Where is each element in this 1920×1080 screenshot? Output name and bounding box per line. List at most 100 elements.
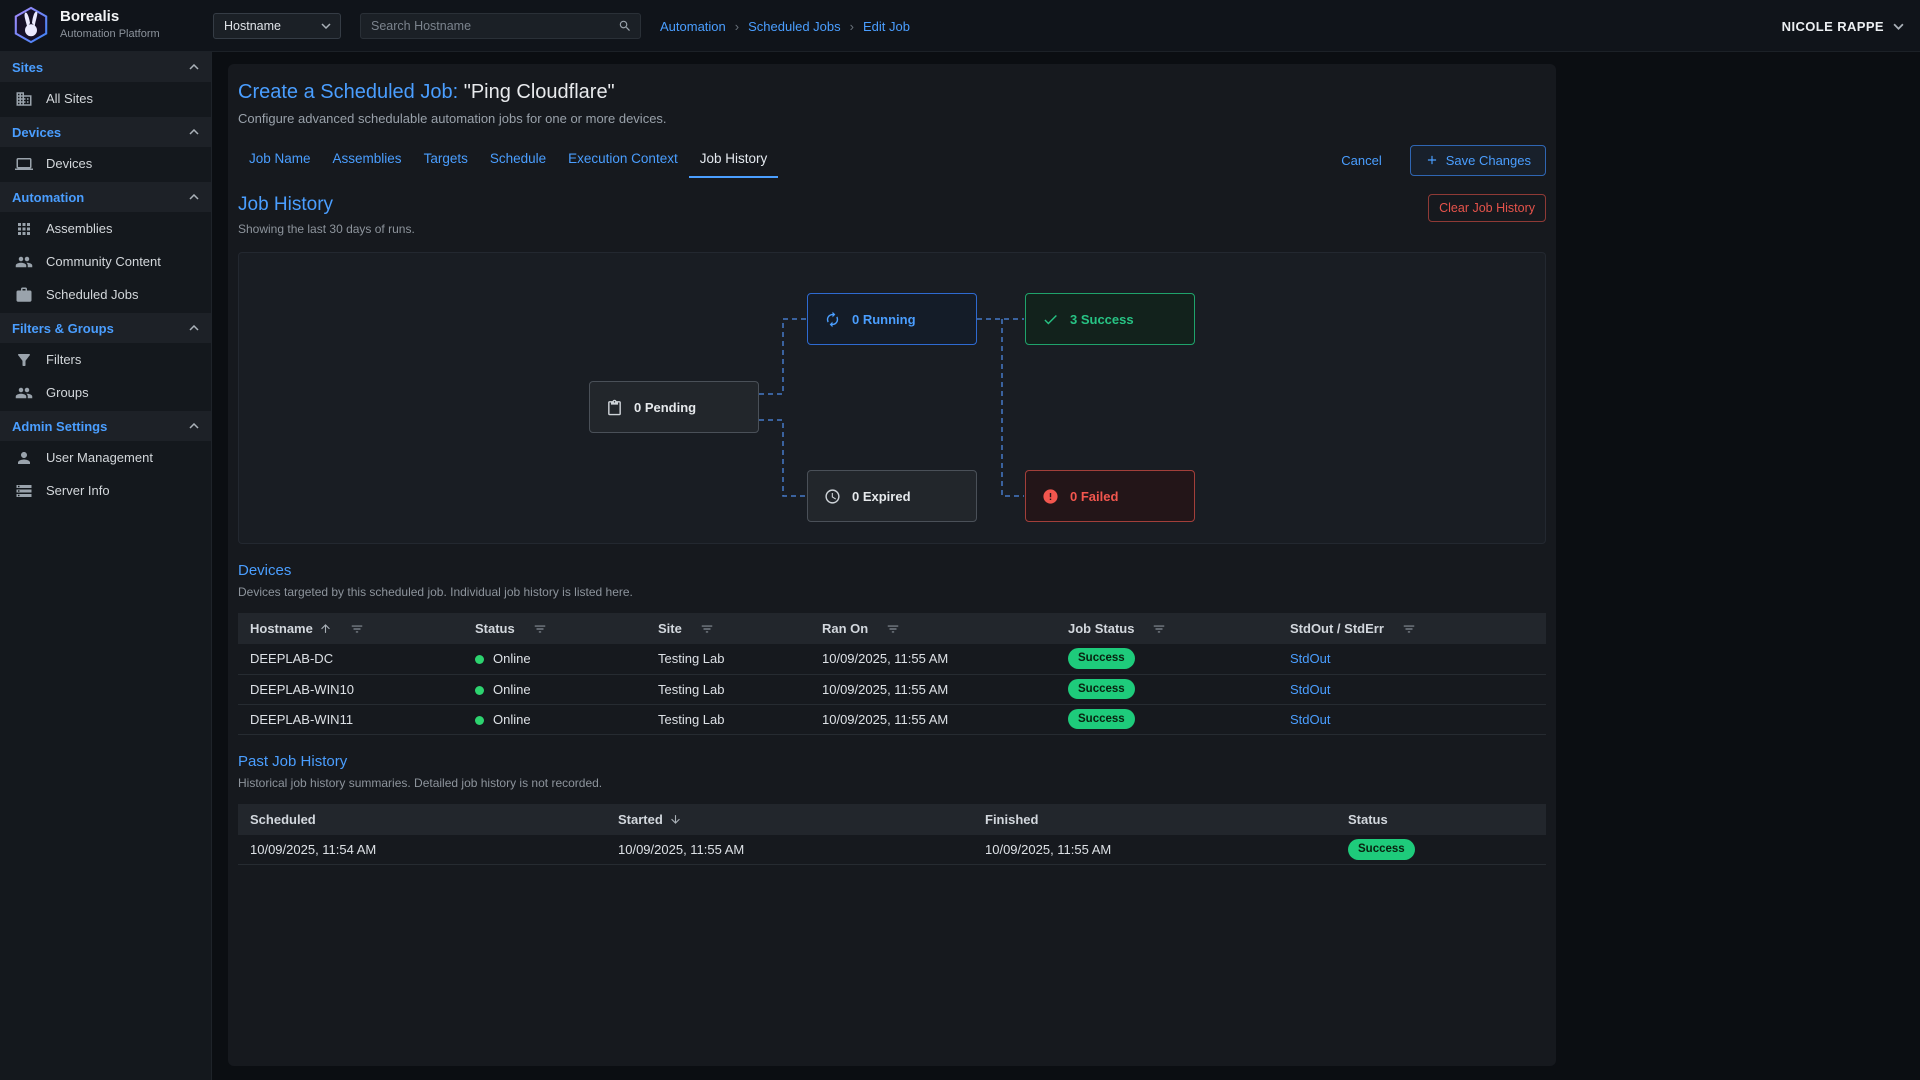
devices-table: Hostname Status Site Ran On Job Status — [238, 613, 1546, 735]
flow-node-running[interactable]: 0 Running — [807, 293, 977, 345]
filter-icon[interactable] — [700, 622, 714, 636]
error-icon — [1042, 488, 1059, 505]
sort-desc-icon[interactable] — [669, 813, 682, 826]
past-job-history-description: Historical job history summaries. Detail… — [238, 776, 1546, 790]
brand-subtitle: Automation Platform — [60, 28, 160, 41]
column-header-finished[interactable]: Finished — [973, 804, 1336, 835]
top-bar: Borealis Automation Platform Hostname Au… — [0, 0, 1920, 52]
past-history-table: Scheduled Started Finished Status 10/09/… — [238, 804, 1546, 866]
sidebar-section-filters-groups[interactable]: Filters & Groups — [0, 313, 211, 343]
site-cell: Testing Lab — [646, 704, 810, 734]
filter-icon[interactable] — [1402, 622, 1416, 636]
ran-on-cell: 10/09/2025, 11:55 AM — [810, 674, 1056, 704]
filter-funnel-icon — [15, 351, 33, 369]
tab-job-history[interactable]: Job History — [689, 142, 779, 178]
chevron-up-icon — [189, 64, 199, 70]
groups-icon — [15, 384, 33, 402]
column-header-started[interactable]: Started — [606, 804, 973, 835]
tab-job-name[interactable]: Job Name — [238, 142, 322, 178]
devices-description: Devices targeted by this scheduled job. … — [238, 585, 1546, 599]
user-icon — [15, 449, 33, 467]
stdout-link[interactable]: StdOut — [1290, 651, 1330, 666]
user-name: NICOLE RAPPE — [1782, 19, 1884, 34]
building-icon — [15, 90, 33, 108]
clear-job-history-button[interactable]: Clear Job History — [1428, 194, 1546, 222]
filter-icon[interactable] — [886, 622, 900, 636]
hostname-cell: DEEPLAB-WIN10 — [238, 674, 463, 704]
check-icon — [1042, 311, 1059, 328]
sidebar-item-user-management[interactable]: User Management — [0, 441, 211, 474]
ran-on-cell: 10/09/2025, 11:55 AM — [810, 704, 1056, 734]
briefcase-icon — [15, 286, 33, 304]
filter-icon[interactable] — [350, 622, 364, 636]
table-row[interactable]: 10/09/2025, 11:54 AM 10/09/2025, 11:55 A… — [238, 835, 1546, 865]
sidebar-section-automation[interactable]: Automation — [0, 182, 211, 212]
save-changes-button[interactable]: Save Changes — [1410, 145, 1546, 176]
hostname-select-value: Hostname — [224, 19, 281, 33]
sidebar-item-devices[interactable]: Devices — [0, 147, 211, 180]
cancel-button[interactable]: Cancel — [1335, 152, 1387, 169]
chevron-down-icon — [321, 23, 331, 29]
column-header-hostname[interactable]: Hostname — [238, 613, 463, 644]
hostname-cell: DEEPLAB-DC — [238, 644, 463, 674]
table-row[interactable]: DEEPLAB-DC Online Testing Lab 10/09/2025… — [238, 644, 1546, 674]
sidebar-item-filters[interactable]: Filters — [0, 343, 211, 376]
sidebar-item-groups[interactable]: Groups — [0, 376, 211, 409]
sidebar-section-admin-settings[interactable]: Admin Settings — [0, 411, 211, 441]
tab-execution-context[interactable]: Execution Context — [557, 142, 689, 178]
hostname-search — [360, 13, 641, 39]
breadcrumb-automation[interactable]: Automation — [660, 19, 726, 34]
tab-assemblies[interactable]: Assemblies — [322, 142, 413, 178]
column-header-status[interactable]: Status — [463, 613, 646, 644]
tab-schedule[interactable]: Schedule — [479, 142, 557, 178]
flow-node-failed[interactable]: 0 Failed — [1025, 470, 1195, 522]
sidebar-section-devices[interactable]: Devices — [0, 117, 211, 147]
scheduled-cell: 10/09/2025, 11:54 AM — [238, 835, 606, 865]
table-row[interactable]: DEEPLAB-WIN11 Online Testing Lab 10/09/2… — [238, 704, 1546, 734]
column-header-site[interactable]: Site — [646, 613, 810, 644]
chevron-up-icon — [189, 325, 199, 331]
sidebar-item-community-content[interactable]: Community Content — [0, 245, 211, 278]
sidebar-item-assemblies[interactable]: Assemblies — [0, 212, 211, 245]
sort-asc-icon[interactable] — [319, 622, 332, 635]
status-badge: Success — [1068, 679, 1135, 700]
chevron-down-icon — [1893, 23, 1904, 30]
refresh-running-icon — [824, 311, 841, 328]
breadcrumb-edit-job[interactable]: Edit Job — [863, 19, 910, 34]
column-header-scheduled[interactable]: Scheduled — [238, 804, 606, 835]
column-header-job-status[interactable]: Job Status — [1056, 613, 1278, 644]
started-cell: 10/09/2025, 11:55 AM — [606, 835, 973, 865]
filter-icon[interactable] — [1152, 622, 1166, 636]
breadcrumb: Automation › Scheduled Jobs › Edit Job — [660, 0, 910, 52]
filter-icon[interactable] — [533, 622, 547, 636]
stdout-link[interactable]: StdOut — [1290, 712, 1330, 727]
user-menu[interactable]: NICOLE RAPPE — [1782, 0, 1904, 52]
edit-job-card: Create a Scheduled Job: "Ping Cloudflare… — [228, 64, 1556, 1066]
flow-node-success[interactable]: 3 Success — [1025, 293, 1195, 345]
site-cell: Testing Lab — [646, 644, 810, 674]
brand-logo[interactable]: Borealis Automation Platform — [12, 6, 160, 44]
online-status-dot — [475, 655, 484, 664]
stdout-link[interactable]: StdOut — [1290, 682, 1330, 697]
hostname-select[interactable]: Hostname — [213, 13, 341, 39]
breadcrumb-separator: › — [735, 19, 739, 34]
search-icon[interactable] — [618, 19, 632, 33]
sidebar-item-server-info[interactable]: Server Info — [0, 474, 211, 507]
status-cell: Success — [1336, 835, 1546, 865]
column-header-ran-on[interactable]: Ran On — [810, 613, 1056, 644]
status-badge: Success — [1068, 648, 1135, 669]
breadcrumb-scheduled-jobs[interactable]: Scheduled Jobs — [748, 19, 841, 34]
sidebar-section-sites[interactable]: Sites — [0, 52, 211, 82]
people-icon — [15, 253, 33, 271]
column-header-status[interactable]: Status — [1336, 804, 1546, 835]
tab-targets[interactable]: Targets — [413, 142, 479, 178]
sidebar-item-scheduled-jobs[interactable]: Scheduled Jobs — [0, 278, 211, 311]
devices-heading: Devices — [238, 562, 1546, 579]
flow-node-expired[interactable]: 0 Expired — [807, 470, 977, 522]
flow-node-pending[interactable]: 0 Pending — [589, 381, 759, 433]
search-input[interactable] — [361, 19, 618, 33]
table-row[interactable]: DEEPLAB-WIN10 Online Testing Lab 10/09/2… — [238, 674, 1546, 704]
laptop-icon — [15, 155, 33, 173]
column-header-stdout-stderr[interactable]: StdOut / StdErr — [1278, 613, 1546, 644]
sidebar-item-all-sites[interactable]: All Sites — [0, 82, 211, 115]
